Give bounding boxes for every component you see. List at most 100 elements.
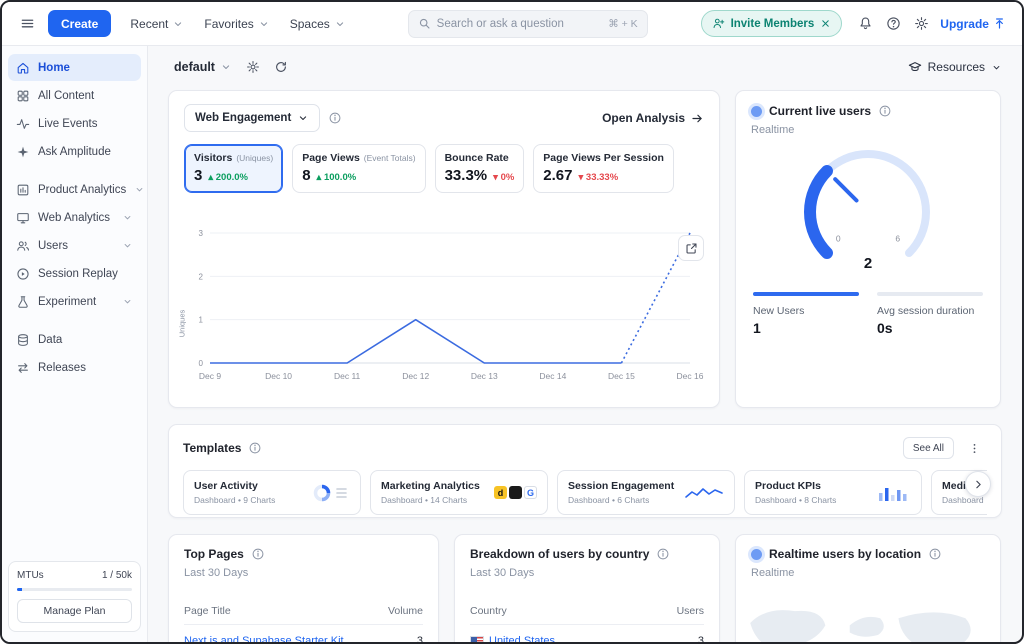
recent-menu[interactable]: Recent: [121, 10, 193, 37]
top-navbar: Create Recent Favorites Spaces Search or…: [2, 2, 1022, 46]
live-stats: New Users 1 Avg session duration 0s: [751, 292, 985, 336]
svg-text:3: 3: [199, 229, 204, 238]
question-icon: [886, 16, 901, 31]
info-icon[interactable]: [878, 104, 892, 118]
sidebar-item-users[interactable]: Users: [8, 232, 141, 259]
manage-plan-button[interactable]: Manage Plan: [17, 599, 132, 623]
metric-tile-page-views-per-session[interactable]: Page Views Per Session 2.67▾ 33.33%: [533, 144, 674, 193]
svg-text:Dec 15: Dec 15: [608, 371, 635, 381]
sidebar-item-all-content[interactable]: All Content: [8, 82, 141, 109]
top-pages-card: Top Pages Last 30 Days Page TitleVolume …: [168, 534, 439, 642]
chevron-down-icon: [220, 61, 232, 73]
sidebar-item-experiment[interactable]: Experiment: [8, 288, 141, 315]
engagement-chart-area: Uniques 0123Dec 9Dec 10Dec 11Dec 12Dec 1…: [184, 227, 704, 385]
info-icon[interactable]: [928, 547, 942, 561]
upgrade-button[interactable]: Upgrade: [936, 17, 1010, 31]
main-content: default Resources Web Engagement Open An…: [148, 46, 1022, 642]
country-breakdown-card: Breakdown of users by country Last 30 Da…: [454, 534, 720, 642]
svg-text:2: 2: [864, 255, 872, 272]
open-analysis-link[interactable]: Open Analysis: [602, 111, 704, 125]
chevron-right-icon: [972, 478, 985, 491]
chevron-down-icon: [258, 18, 270, 30]
search-placeholder: Search or ask a question: [437, 18, 603, 30]
chevron-down-icon: [334, 18, 346, 30]
volume-value: 3: [417, 635, 423, 642]
see-all-button[interactable]: See All: [903, 437, 954, 459]
template-card-user-activity[interactable]: User ActivityDashboard • 9 Charts: [183, 470, 361, 515]
svg-text:Dec 11: Dec 11: [334, 371, 361, 381]
help-button[interactable]: [880, 11, 906, 37]
metric-set-selector[interactable]: Web Engagement: [184, 104, 320, 132]
svg-text:Dec 9: Dec 9: [199, 371, 221, 381]
invite-members-button[interactable]: Invite Members: [701, 10, 843, 37]
svg-text:0: 0: [199, 359, 204, 368]
create-button[interactable]: Create: [48, 10, 111, 37]
metric-tiles: Visitors(Uniques) 3▴ 200.0% Page Views(E…: [184, 144, 704, 193]
page-title-link[interactable]: Next.js and Supabase Starter Kit: [184, 635, 344, 642]
line-chart-icon: [684, 483, 724, 503]
arrow-right-icon: [691, 112, 704, 125]
resources-button[interactable]: Resources: [908, 60, 1002, 74]
delta-badge: ▴ 200.0%: [208, 172, 248, 183]
info-icon[interactable]: [248, 441, 262, 455]
sidebar-item-home[interactable]: Home: [8, 54, 141, 81]
new-users-bar: [753, 292, 859, 296]
favorites-menu[interactable]: Favorites: [195, 10, 278, 37]
sidebar-item-data[interactable]: Data: [8, 326, 141, 353]
bar-chart-icon: [877, 483, 911, 503]
chevron-down-icon: [991, 62, 1002, 73]
info-icon[interactable]: [328, 111, 342, 125]
sidebar-item-ask-amplitude[interactable]: Ask Amplitude: [8, 138, 141, 165]
svg-text:0: 0: [836, 234, 841, 244]
board-settings-button[interactable]: [240, 54, 266, 80]
settings-button[interactable]: [908, 11, 934, 37]
pulse-icon: [16, 117, 30, 131]
table-row: Next.js and Supabase Starter Kit 3: [184, 635, 423, 642]
template-card-session-engagement[interactable]: Session EngagementDashboard • 6 Charts: [557, 470, 735, 515]
board-selector[interactable]: default: [168, 60, 238, 74]
play-circle-icon: [16, 267, 30, 281]
web-engagement-card: Web Engagement Open Analysis Visitors(Un…: [168, 90, 720, 408]
template-card-product-kpis[interactable]: Product KPIsDashboard • 8 Charts: [744, 470, 922, 515]
chevron-down-icon: [122, 240, 133, 251]
delta-badge: ▴ 100.0%: [317, 172, 357, 183]
notifications-button[interactable]: [852, 11, 878, 37]
dashboard-content: Web Engagement Open Analysis Visitors(Un…: [148, 88, 1022, 642]
info-icon[interactable]: [251, 547, 265, 561]
country-link[interactable]: United States: [470, 635, 555, 642]
table-header: Page TitleVolume: [184, 605, 423, 625]
refresh-button[interactable]: [268, 54, 294, 80]
svg-text:Dec 14: Dec 14: [539, 371, 566, 381]
template-card-marketing-analytics[interactable]: Marketing AnalyticsDashboard • 14 Charts…: [370, 470, 548, 515]
sidebar-item-product-analytics[interactable]: Product Analytics: [8, 176, 141, 203]
mtu-progress-bar: [17, 588, 132, 591]
carousel-next-button[interactable]: [965, 471, 991, 497]
main-menu-button[interactable]: [14, 11, 40, 37]
us-flag-icon: [470, 636, 484, 642]
sidebar-item-releases[interactable]: Releases: [8, 354, 141, 381]
search-input[interactable]: Search or ask a question ⌘ + K: [408, 10, 648, 38]
sidebar-item-session-replay[interactable]: Session Replay: [8, 260, 141, 287]
sidebar-item-live-events[interactable]: Live Events: [8, 110, 141, 137]
sparkle-icon: [16, 145, 30, 159]
realtime-subtitle: Realtime: [751, 124, 985, 136]
engagement-line-chart[interactable]: 0123Dec 9Dec 10Dec 11Dec 12Dec 13Dec 14D…: [184, 227, 706, 385]
home-icon: [16, 61, 30, 75]
users-icon: [16, 239, 30, 253]
close-icon[interactable]: [820, 18, 831, 29]
avg-session-stat: Avg session duration 0s: [877, 292, 983, 336]
metric-tile-visitors[interactable]: Visitors(Uniques) 3▴ 200.0%: [184, 144, 283, 193]
export-chart-button[interactable]: [678, 235, 704, 261]
database-icon: [16, 333, 30, 347]
app-window: Create Recent Favorites Spaces Search or…: [0, 0, 1024, 644]
search-shortcut: ⌘ + K: [608, 18, 637, 30]
info-icon[interactable]: [656, 547, 670, 561]
bell-icon: [858, 16, 873, 31]
svg-text:6: 6: [895, 234, 900, 244]
metric-tile-page-views[interactable]: Page Views(Event Totals) 8▴ 100.0%: [292, 144, 425, 193]
mtu-label: MTUs: [17, 570, 44, 581]
templates-menu-button[interactable]: [961, 435, 987, 461]
metric-tile-bounce-rate[interactable]: Bounce Rate 33.3%▾ 0%: [435, 144, 525, 193]
spaces-menu[interactable]: Spaces: [281, 10, 355, 37]
sidebar-item-web-analytics[interactable]: Web Analytics: [8, 204, 141, 231]
